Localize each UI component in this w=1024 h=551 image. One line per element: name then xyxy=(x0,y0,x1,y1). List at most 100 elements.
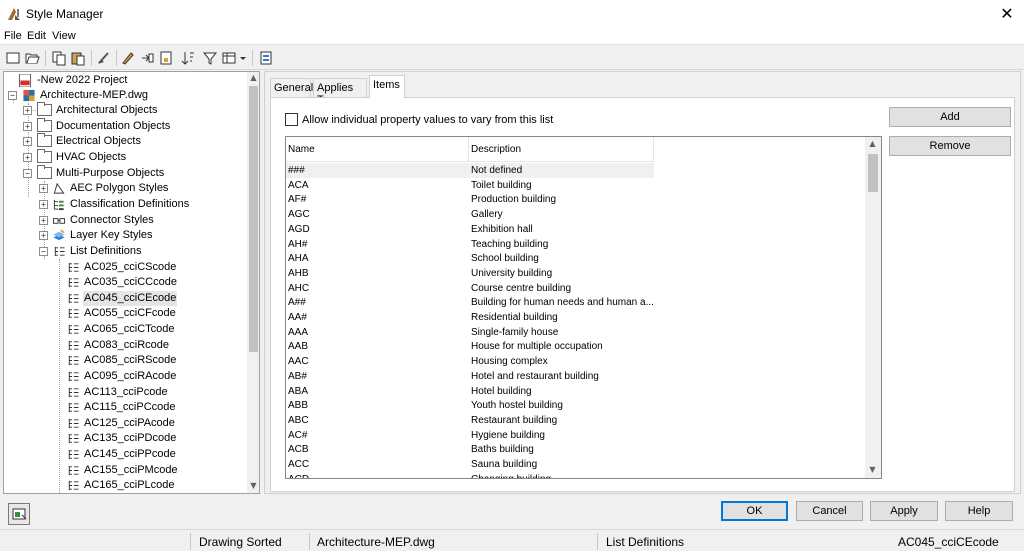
tree-item-list[interactable]: AC025_cciCScode xyxy=(66,260,241,275)
purge-icon[interactable] xyxy=(96,50,112,66)
expand-toggle[interactable]: + xyxy=(23,106,32,115)
table-row[interactable]: A## Building for human needs and human a.… xyxy=(286,295,868,310)
open-drawing-icon[interactable] xyxy=(24,50,40,66)
table-row[interactable]: AGC Gallery xyxy=(286,207,868,222)
tree-scrollbar[interactable]: ▲ ▼ xyxy=(247,72,259,493)
apply-button[interactable]: Apply xyxy=(870,501,938,521)
tree-item-list-selected[interactable]: AC045_cciCEcode xyxy=(66,291,241,306)
close-window-button[interactable]: ✕ xyxy=(990,0,1024,28)
table-row[interactable]: ACC Sauna building xyxy=(286,457,868,472)
toggle-view-icon[interactable] xyxy=(158,50,174,66)
collapse-toggle[interactable]: − xyxy=(8,91,17,100)
tree-item-list[interactable]: AC155_cciPMcode xyxy=(66,463,241,478)
expand-toggle[interactable]: + xyxy=(39,216,48,225)
tree-item-list[interactable]: AC115_cciPCcode xyxy=(66,400,241,415)
tree-item-list[interactable]: AC165_cciPLcode xyxy=(66,478,241,493)
column-divider[interactable] xyxy=(468,137,469,162)
tree-item-category[interactable]: − Multi-Purpose Objects xyxy=(23,165,243,181)
tree-scrollbar-thumb[interactable] xyxy=(249,86,258,352)
add-item-button[interactable]: Add xyxy=(889,107,1011,127)
tab-general[interactable]: General xyxy=(270,78,313,97)
help-button[interactable]: Help xyxy=(945,501,1013,521)
table-row[interactable]: AAA Single-family house xyxy=(286,325,868,340)
properties-icon[interactable] xyxy=(258,50,274,66)
collapse-toggle[interactable]: − xyxy=(23,169,32,178)
table-row[interactable]: ABC Restaurant building xyxy=(286,413,868,428)
copy-icon[interactable] xyxy=(51,50,67,66)
tab-applies-to[interactable]: Applies To xyxy=(313,78,367,106)
table-row[interactable]: AAC Housing complex xyxy=(286,354,868,369)
table-row[interactable]: ABB Youth hostel building xyxy=(286,398,868,413)
new-drawing-icon[interactable] xyxy=(5,50,21,66)
table-row[interactable]: AC# Hygiene building xyxy=(286,428,868,443)
column-divider[interactable] xyxy=(653,137,654,162)
tree-item-list[interactable]: AC035_cciCCcode xyxy=(66,275,241,290)
table-row[interactable]: ### Not defined xyxy=(286,163,654,178)
toggle-viewer-button[interactable] xyxy=(8,503,30,525)
table-row[interactable]: AGD Exhibition hall xyxy=(286,222,868,237)
tree-item-category[interactable]: + HVAC Objects xyxy=(23,149,243,165)
tree-item-list[interactable]: AC083_cciRcode xyxy=(66,338,241,353)
tree-item-list[interactable]: AC135_cciPDcode xyxy=(66,431,241,446)
ok-button[interactable]: OK xyxy=(721,501,788,521)
tree-item-style-type[interactable]: + Connector Styles xyxy=(39,213,243,228)
table-row[interactable]: AA# Residential building xyxy=(286,310,868,325)
table-row[interactable]: ABA Hotel building xyxy=(286,384,868,399)
table-row[interactable]: AAB House for multiple occupation xyxy=(286,339,868,354)
table-row[interactable]: ACD Changing building xyxy=(286,472,868,478)
filter-icon[interactable] xyxy=(202,50,218,66)
table-row[interactable]: AF# Production building xyxy=(286,192,868,207)
table-row[interactable]: AH# Teaching building xyxy=(286,237,868,252)
view-options-icon[interactable] xyxy=(222,50,238,66)
table-row[interactable]: AHB University building xyxy=(286,266,868,281)
table-row[interactable]: AB# Hotel and restaurant building xyxy=(286,369,868,384)
tree-item-style-type[interactable]: + Layer Key Styles xyxy=(39,228,243,243)
scroll-down-arrow-icon[interactable]: ▼ xyxy=(866,465,879,474)
tree-item-style-type[interactable]: + AEC Polygon Styles xyxy=(39,181,243,196)
tree-item-category[interactable]: + Electrical Objects xyxy=(23,133,243,149)
scroll-down-arrow-icon[interactable]: ▼ xyxy=(247,481,259,490)
tree-item-category[interactable]: + Documentation Objects xyxy=(23,118,243,134)
cancel-button[interactable]: Cancel xyxy=(796,501,863,521)
tree-item-list[interactable]: AC113_cciPcode xyxy=(66,385,241,400)
tree-item-style-type[interactable]: + Classification Definitions xyxy=(39,197,243,212)
expand-toggle[interactable]: + xyxy=(23,137,32,146)
sort-icon[interactable] xyxy=(180,50,196,66)
tree-item-list[interactable]: AC125_cciPAcode xyxy=(66,416,241,431)
column-header-description[interactable]: Description xyxy=(471,144,521,155)
menu-view[interactable]: View xyxy=(52,30,76,42)
tree-item-list[interactable]: AC055_cciCFcode xyxy=(66,306,241,321)
scroll-up-arrow-icon[interactable]: ▲ xyxy=(247,73,259,82)
items-scrollbar[interactable]: ▲ ▼ xyxy=(865,137,881,478)
expand-toggle[interactable]: + xyxy=(39,231,48,240)
tree-item-category[interactable]: + Architectural Objects xyxy=(23,102,243,118)
collapse-toggle[interactable]: − xyxy=(39,247,48,256)
edit-style-icon[interactable] xyxy=(120,50,136,66)
allow-vary-checkbox[interactable] xyxy=(285,113,298,126)
menu-file[interactable]: File xyxy=(4,30,22,42)
expand-toggle[interactable]: + xyxy=(39,184,48,193)
remove-item-button[interactable]: Remove xyxy=(889,136,1011,156)
expand-toggle[interactable]: + xyxy=(23,153,32,162)
tree-item-list[interactable]: AC145_cciPPcode xyxy=(66,447,241,462)
set-from-icon[interactable] xyxy=(139,50,155,66)
table-row[interactable]: ACA Toilet building xyxy=(286,178,868,193)
paste-icon[interactable] xyxy=(70,50,86,66)
menu-edit[interactable]: Edit xyxy=(27,30,46,42)
tree-item-list[interactable]: AC095_cciRAcode xyxy=(66,369,241,384)
tab-items[interactable]: Items xyxy=(369,75,405,98)
column-header-name[interactable]: Name xyxy=(288,144,315,155)
tree-item-list[interactable]: AC065_cciCTcode xyxy=(66,322,241,337)
tree-item-style-type[interactable]: − List Definitions xyxy=(39,244,243,259)
expand-toggle[interactable]: + xyxy=(39,200,48,209)
tree-item-project[interactable]: -New 2022 Project xyxy=(8,73,243,88)
table-row[interactable]: AHC Course centre building xyxy=(286,281,868,296)
scroll-up-arrow-icon[interactable]: ▲ xyxy=(866,139,879,148)
tree-item-drawing[interactable]: − Architecture-MEP.dwg xyxy=(8,88,243,103)
items-scrollbar-thumb[interactable] xyxy=(868,154,878,192)
expand-toggle[interactable]: + xyxy=(23,122,32,131)
table-row[interactable]: ACB Baths building xyxy=(286,442,868,457)
table-row[interactable]: AHA School building xyxy=(286,251,868,266)
tree-item-list[interactable]: AC085_cciRScode xyxy=(66,353,241,368)
chevron-down-icon[interactable] xyxy=(238,50,248,66)
